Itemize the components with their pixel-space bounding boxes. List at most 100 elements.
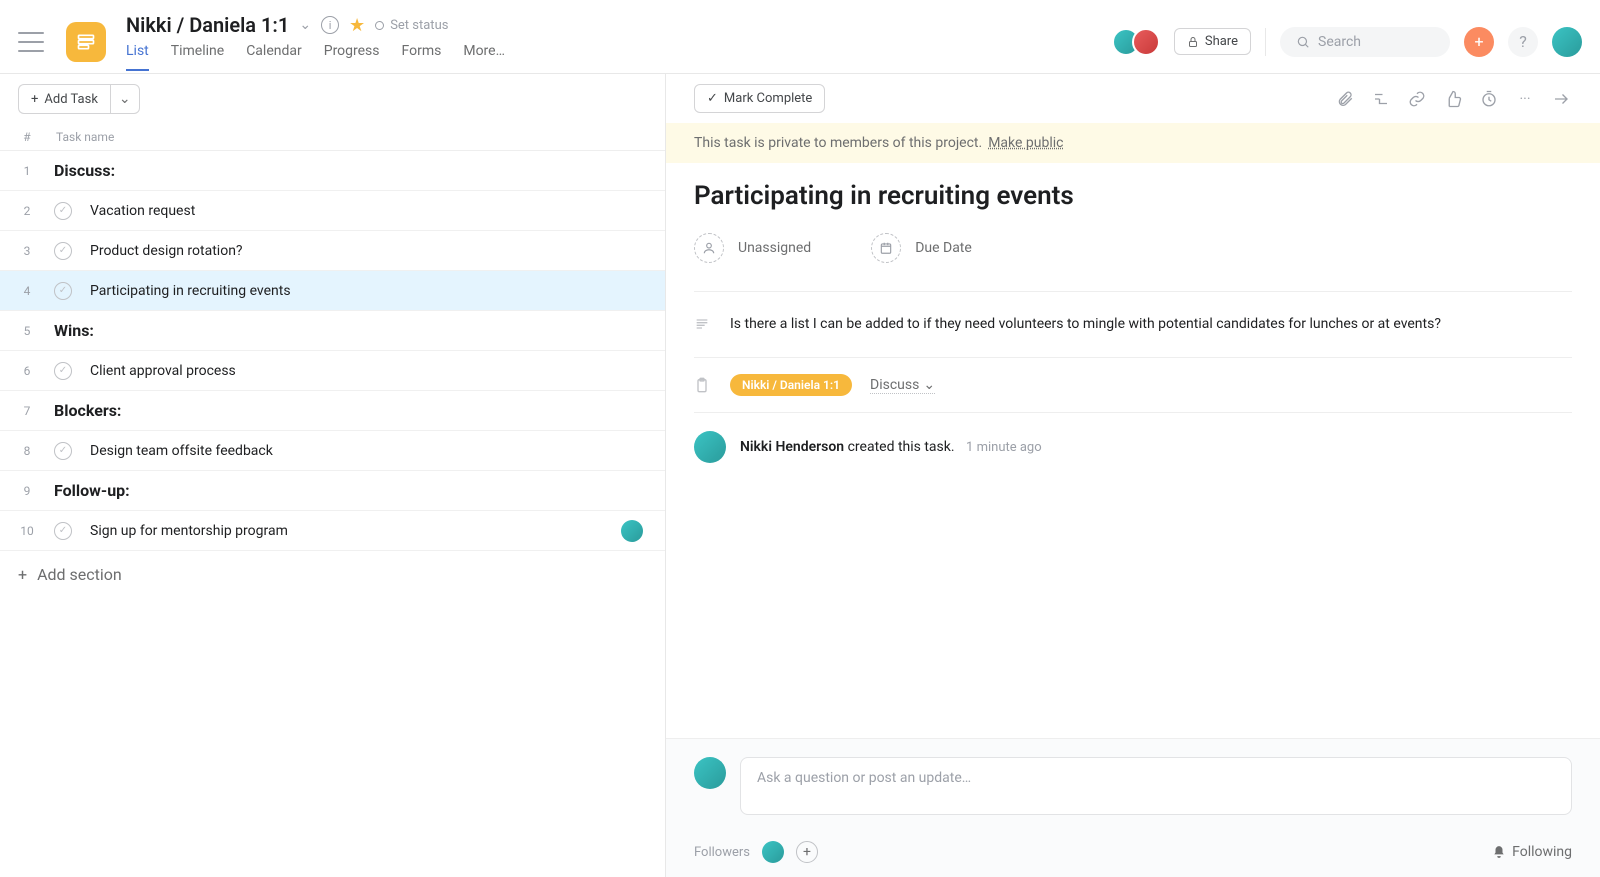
complete-toggle-icon[interactable]: ✓ xyxy=(54,522,72,540)
task-name: Vacation request xyxy=(90,203,647,219)
add-section-button[interactable]: + Add section xyxy=(0,551,665,598)
task-name: Design team offsite feedback xyxy=(90,443,647,459)
section-title: Discuss: xyxy=(54,161,647,180)
task-detail-pane: ✓ Mark Complete ··· xyxy=(666,74,1600,877)
add-task-label: Add Task xyxy=(44,92,98,107)
tab-forms[interactable]: Forms xyxy=(402,43,442,71)
project-section-dropdown[interactable]: Discuss ⌄ xyxy=(870,377,935,394)
topbar: Nikki / Daniela 1:1 ⌄ i ★ Set status Lis… xyxy=(0,0,1600,74)
mark-complete-button[interactable]: ✓ Mark Complete xyxy=(694,84,825,113)
help-button[interactable]: ? xyxy=(1508,27,1538,57)
check-icon: ✓ xyxy=(707,91,718,106)
row-number: 10 xyxy=(18,524,36,538)
task-name: Participating in recruiting events xyxy=(90,283,647,299)
row-number: 5 xyxy=(18,324,36,338)
due-date-label: Due Date xyxy=(915,240,972,256)
complete-toggle-icon[interactable]: ✓ xyxy=(54,442,72,460)
set-status-label: Set status xyxy=(390,18,448,33)
complete-toggle-icon[interactable]: ✓ xyxy=(54,202,72,220)
tab-calendar[interactable]: Calendar xyxy=(246,43,302,71)
tab-progress[interactable]: Progress xyxy=(324,43,380,71)
view-tabs: List Timeline Calendar Progress Forms Mo… xyxy=(126,43,1108,71)
row-number: 3 xyxy=(18,244,36,258)
search-input[interactable]: Search xyxy=(1280,27,1450,57)
section-title: Blockers: xyxy=(54,401,647,420)
following-label: Following xyxy=(1512,844,1572,860)
assignee-avatar[interactable] xyxy=(621,520,643,542)
global-create-button[interactable]: + xyxy=(1464,27,1494,57)
harvest-timer-icon[interactable] xyxy=(1478,88,1500,110)
share-button[interactable]: Share xyxy=(1174,28,1251,55)
star-icon[interactable]: ★ xyxy=(349,15,365,36)
comment-placeholder: Ask a question or post an update… xyxy=(757,770,971,786)
project-color-icon[interactable] xyxy=(66,22,106,62)
activity-time: 1 minute ago xyxy=(966,440,1042,455)
tab-list[interactable]: List xyxy=(126,43,149,71)
project-title[interactable]: Nikki / Daniela 1:1 xyxy=(126,13,289,37)
privacy-banner: This task is private to members of this … xyxy=(666,123,1600,163)
project-pill[interactable]: Nikki / Daniela 1:1 xyxy=(730,374,852,396)
row-number: 4 xyxy=(18,284,36,298)
detail-footer: Ask a question or post an update… Follow… xyxy=(666,738,1600,877)
share-label: Share xyxy=(1205,34,1238,49)
make-public-link[interactable]: Make public xyxy=(988,135,1063,151)
section-title: Follow-up: xyxy=(54,481,647,500)
activity-entry: Nikki Henderson created this task. 1 min… xyxy=(694,412,1572,481)
tab-more[interactable]: More… xyxy=(463,43,505,71)
project-members-avatars[interactable] xyxy=(1120,28,1160,56)
task-name: Sign up for mentorship program xyxy=(90,523,603,539)
task-row[interactable]: 3 ✓ Product design rotation? xyxy=(0,231,665,271)
follower-avatar[interactable] xyxy=(762,841,784,863)
task-name: Product design rotation? xyxy=(90,243,647,259)
project-menu-chevron-icon[interactable]: ⌄ xyxy=(299,17,311,33)
plus-icon: + xyxy=(18,565,27,584)
due-date-field[interactable]: Due Date xyxy=(871,233,972,263)
section-title: Wins: xyxy=(54,321,647,340)
section-row[interactable]: 7 Blockers: xyxy=(0,391,665,431)
section-row[interactable]: 1 Discuss: xyxy=(0,151,665,191)
assignee-label: Unassigned xyxy=(738,240,811,256)
clipboard-icon xyxy=(694,377,712,393)
task-row[interactable]: 6 ✓ Client approval process xyxy=(0,351,665,391)
add-task-dropdown[interactable]: ⌄ xyxy=(110,84,140,114)
complete-toggle-icon[interactable]: ✓ xyxy=(54,362,72,380)
following-toggle[interactable]: Following xyxy=(1492,844,1572,860)
like-icon[interactable] xyxy=(1442,88,1464,110)
task-row[interactable]: 4 ✓ Participating in recruiting events xyxy=(0,271,665,311)
current-user-avatar[interactable] xyxy=(1552,27,1582,57)
close-details-icon[interactable] xyxy=(1550,88,1572,110)
row-number: 9 xyxy=(18,484,36,498)
col-name-header: Task name xyxy=(56,130,647,144)
search-icon xyxy=(1296,35,1310,49)
hamburger-menu[interactable] xyxy=(18,32,44,52)
chevron-down-icon: ⌄ xyxy=(923,377,935,393)
task-title[interactable]: Participating in recruiting events xyxy=(694,181,1572,211)
assignee-field[interactable]: Unassigned xyxy=(694,233,811,263)
calendar-icon xyxy=(871,233,901,263)
activity-verb: created this task. xyxy=(848,439,955,455)
add-task-button[interactable]: + Add Task xyxy=(18,84,110,114)
subtask-icon[interactable] xyxy=(1370,88,1392,110)
row-number: 8 xyxy=(18,444,36,458)
task-row[interactable]: 8 ✓ Design team offsite feedback xyxy=(0,431,665,471)
row-number: 1 xyxy=(18,164,36,178)
task-row[interactable]: 10 ✓ Sign up for mentorship program xyxy=(0,511,665,551)
more-actions-icon[interactable]: ··· xyxy=(1514,88,1536,110)
comment-input[interactable]: Ask a question or post an update… xyxy=(740,757,1572,815)
task-row[interactable]: 2 ✓ Vacation request xyxy=(0,191,665,231)
complete-toggle-icon[interactable]: ✓ xyxy=(54,282,72,300)
row-number: 6 xyxy=(18,364,36,378)
complete-toggle-icon[interactable]: ✓ xyxy=(54,242,72,260)
list-columns-header: # Task name xyxy=(0,124,665,151)
set-status-button[interactable]: Set status xyxy=(375,18,448,33)
add-follower-button[interactable]: + xyxy=(796,841,818,863)
followers-label: Followers xyxy=(694,845,750,860)
tab-timeline[interactable]: Timeline xyxy=(171,43,224,71)
task-name: Client approval process xyxy=(90,363,647,379)
section-row[interactable]: 9 Follow-up: xyxy=(0,471,665,511)
copy-link-icon[interactable] xyxy=(1406,88,1428,110)
task-description[interactable]: Is there a list I can be added to if the… xyxy=(730,314,1572,335)
attachment-icon[interactable] xyxy=(1334,88,1356,110)
info-icon[interactable]: i xyxy=(321,16,339,34)
section-row[interactable]: 5 Wins: xyxy=(0,311,665,351)
